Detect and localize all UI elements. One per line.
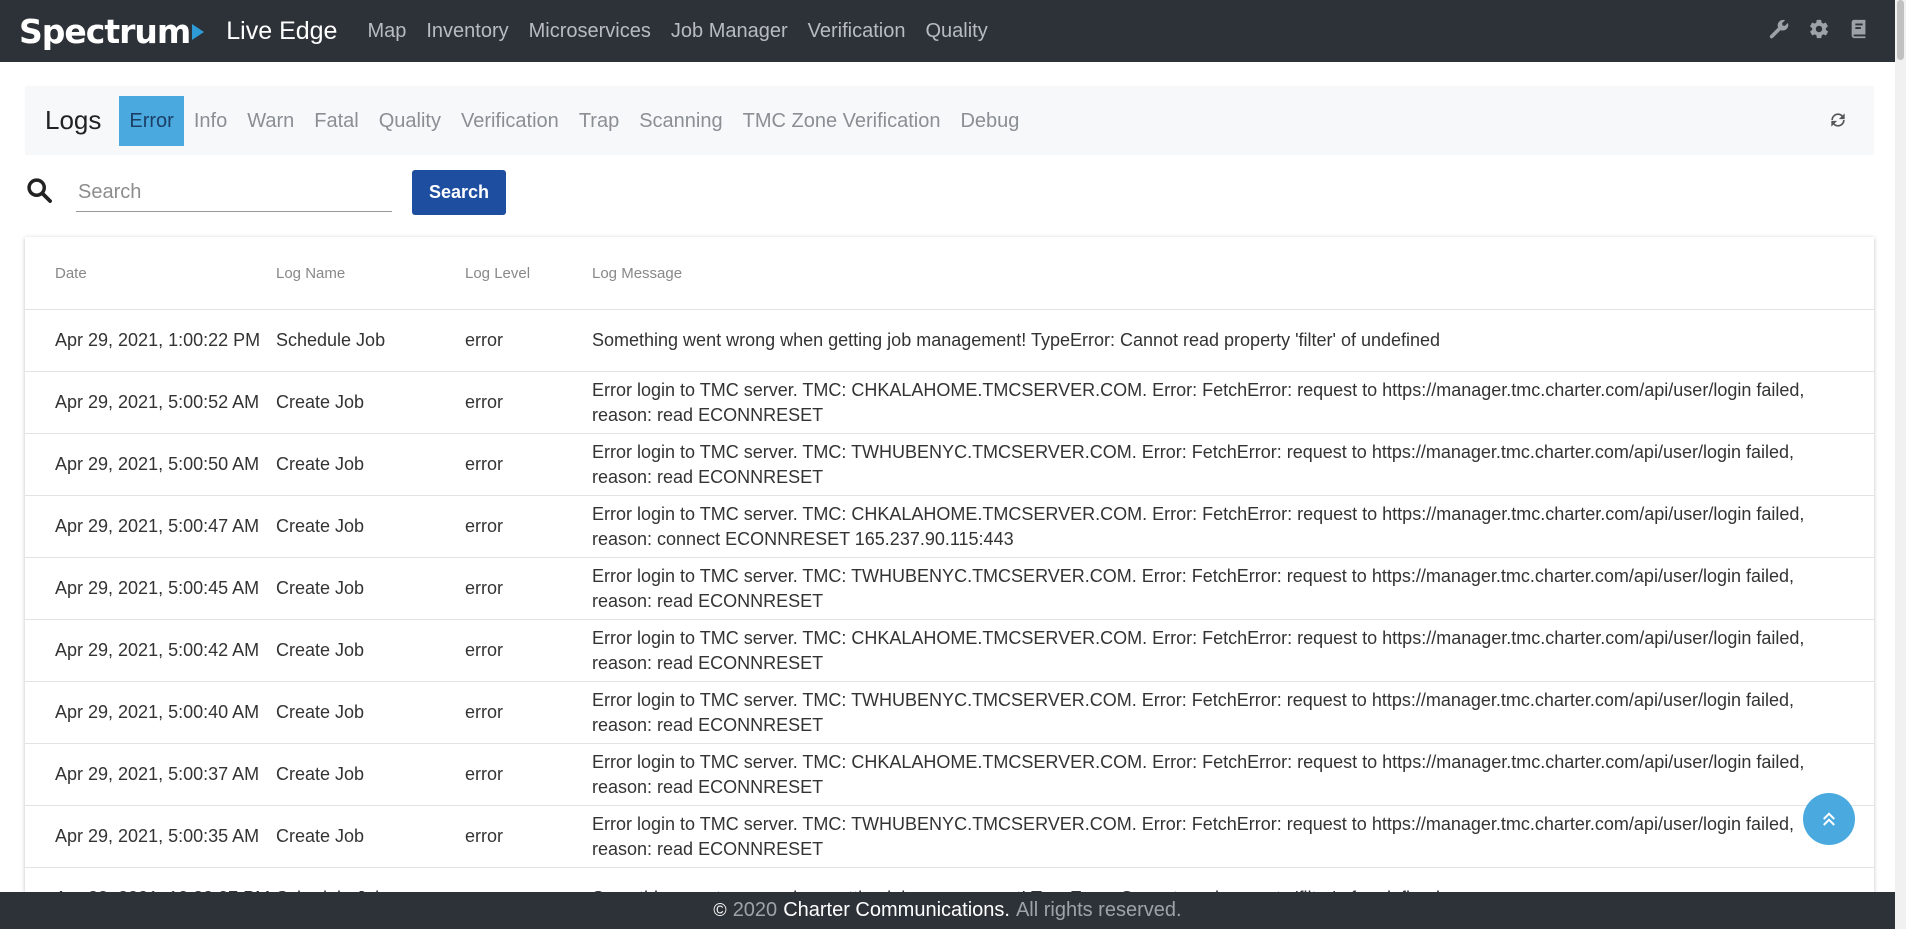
cell-log-message: Error login to TMC server. TMC: TWHUBENY…: [591, 557, 1874, 620]
cell-log-level: error: [464, 681, 591, 744]
search-row: Search: [25, 170, 506, 215]
tab-verification[interactable]: Verification: [451, 96, 569, 146]
header-log-name[interactable]: Log Name: [275, 237, 464, 310]
cell-log-level: error: [464, 867, 591, 892]
cell-log-level: error: [464, 495, 591, 558]
cell-log-name: Schedule Job: [275, 867, 464, 892]
tab-fatal[interactable]: Fatal: [304, 96, 368, 146]
header-icons: [1768, 18, 1870, 45]
cell-log-level: error: [464, 309, 591, 372]
tab-info[interactable]: Info: [184, 96, 237, 146]
tab-trap[interactable]: Trap: [569, 96, 629, 146]
copyright-year: 2020: [732, 899, 778, 921]
cell-log-message: Error login to TMC server. TMC: TWHUBENY…: [591, 681, 1874, 744]
cell-log-level: error: [464, 805, 591, 868]
cell-log-name: Schedule Job: [275, 309, 464, 372]
table-row: Apr 29, 2021, 1:00:22 PM Schedule Job er…: [25, 309, 1874, 372]
table-row: Apr 29, 2021, 5:00:40 AM Create Job erro…: [25, 681, 1874, 744]
tab-error[interactable]: Error: [119, 95, 184, 146]
table-row: Apr 29, 2021, 5:00:42 AM Create Job erro…: [25, 619, 1874, 682]
footer: © 2020 Charter Communications. All right…: [0, 892, 1895, 929]
cell-log-level: error: [464, 433, 591, 496]
cell-date: Apr 29, 2021, 5:00:52 AM: [25, 371, 275, 434]
header-log-message[interactable]: Log Message: [591, 237, 1874, 310]
cell-log-name: Create Job: [275, 495, 464, 558]
tab-warn[interactable]: Warn: [237, 96, 304, 146]
cell-date: Apr 29, 2021, 5:00:37 AM: [25, 743, 275, 806]
cell-log-name: Create Job: [275, 805, 464, 868]
scrollbar-thumb[interactable]: [1897, 0, 1904, 60]
wrench-icon[interactable]: [1768, 18, 1790, 45]
brand-arrow-icon: [192, 24, 205, 40]
header-date[interactable]: Date: [25, 237, 275, 310]
cell-log-name: Create Job: [275, 619, 464, 682]
logs-table: Date Log Name Log Level Log Message Apr …: [25, 237, 1874, 892]
cell-log-message: Error login to TMC server. TMC: CHKALAHO…: [591, 495, 1874, 558]
page-scrollbar[interactable]: [1895, 0, 1906, 929]
cell-log-message: Error login to TMC server. TMC: TWHUBENY…: [591, 805, 1874, 868]
brand-logo: Spectrum: [19, 11, 191, 51]
table-row: Apr 28, 2021, 10:38:07 PM Schedule Job e…: [25, 867, 1874, 892]
nav-job-manager[interactable]: Job Manager: [671, 20, 788, 43]
double-chevron-up-icon: [1823, 812, 1835, 826]
tab-scanning[interactable]: Scanning: [629, 96, 732, 146]
nav-map[interactable]: Map: [367, 20, 406, 43]
tab-quality[interactable]: Quality: [369, 96, 451, 146]
cell-log-name: Create Job: [275, 371, 464, 434]
cell-log-message: Error login to TMC server. TMC: CHKALAHO…: [591, 743, 1874, 806]
page-title: Logs: [45, 105, 102, 135]
nav-microservices[interactable]: Microservices: [529, 20, 651, 43]
brand[interactable]: Spectrum Live Edge: [19, 12, 337, 51]
nav-verification[interactable]: Verification: [808, 20, 906, 43]
cell-date: Apr 29, 2021, 5:00:45 AM: [25, 557, 275, 620]
cell-log-message: Something went wrong when getting job ma…: [591, 867, 1874, 892]
search-input[interactable]: [76, 173, 392, 212]
main-nav: Map Inventory Microservices Job Manager …: [367, 20, 1007, 43]
top-navbar: Spectrum Live Edge Map Inventory Microse…: [0, 0, 1906, 62]
cell-log-level: error: [464, 743, 591, 806]
refresh-icon[interactable]: [1828, 110, 1848, 130]
cell-date: Apr 29, 2021, 5:00:40 AM: [25, 681, 275, 744]
company-name: Charter Communications.: [783, 899, 1010, 921]
cell-date: Apr 29, 2021, 5:00:47 AM: [25, 495, 275, 558]
logs-table-card: Date Log Name Log Level Log Message Apr …: [25, 237, 1874, 892]
book-icon[interactable]: [1848, 18, 1870, 45]
cell-log-name: Create Job: [275, 557, 464, 620]
cell-date: Apr 29, 2021, 5:00:42 AM: [25, 619, 275, 682]
cell-log-message: Something went wrong when getting job ma…: [591, 309, 1874, 372]
cell-log-message: Error login to TMC server. TMC: CHKALAHO…: [591, 371, 1874, 434]
cell-log-level: error: [464, 371, 591, 434]
cell-log-level: error: [464, 557, 591, 620]
cell-log-message: Error login to TMC server. TMC: TWHUBENY…: [591, 433, 1874, 496]
cell-log-name: Create Job: [275, 681, 464, 744]
table-row: Apr 29, 2021, 5:00:52 AM Create Job erro…: [25, 371, 1874, 434]
table-row: Apr 29, 2021, 5:00:45 AM Create Job erro…: [25, 557, 1874, 620]
cell-date: Apr 29, 2021, 5:00:50 AM: [25, 433, 275, 496]
rights-text: All rights reserved.: [1015, 899, 1182, 921]
table-header-row: Date Log Name Log Level Log Message: [25, 237, 1874, 310]
search-button[interactable]: Search: [412, 170, 506, 215]
nav-quality[interactable]: Quality: [925, 20, 987, 43]
table-row: Apr 29, 2021, 5:00:37 AM Create Job erro…: [25, 743, 1874, 806]
search-icon: [25, 176, 53, 209]
gear-icon[interactable]: [1808, 18, 1830, 45]
cell-log-name: Create Job: [275, 433, 464, 496]
table-row: Apr 29, 2021, 5:00:47 AM Create Job erro…: [25, 495, 1874, 558]
header-log-level[interactable]: Log Level: [464, 237, 591, 310]
cell-log-name: Create Job: [275, 743, 464, 806]
nav-inventory[interactable]: Inventory: [426, 20, 508, 43]
table-row: Apr 29, 2021, 5:00:35 AM Create Job erro…: [25, 805, 1874, 868]
cell-log-level: error: [464, 619, 591, 682]
table-row: Apr 29, 2021, 5:00:50 AM Create Job erro…: [25, 433, 1874, 496]
product-name: Live Edge: [226, 16, 338, 45]
cell-date: Apr 28, 2021, 10:38:07 PM: [25, 867, 275, 892]
cell-log-message: Error login to TMC server. TMC: CHKALAHO…: [591, 619, 1874, 682]
logs-tab-bar: Logs Error Info Warn Fatal Quality Verif…: [25, 86, 1874, 155]
cell-date: Apr 29, 2021, 1:00:22 PM: [25, 309, 275, 372]
copyright-symbol: ©: [713, 900, 727, 920]
cell-date: Apr 29, 2021, 5:00:35 AM: [25, 805, 275, 868]
back-to-top-button[interactable]: [1803, 793, 1855, 845]
tab-debug[interactable]: Debug: [950, 96, 1029, 146]
tab-tmc-zone-verification[interactable]: TMC Zone Verification: [733, 96, 951, 146]
